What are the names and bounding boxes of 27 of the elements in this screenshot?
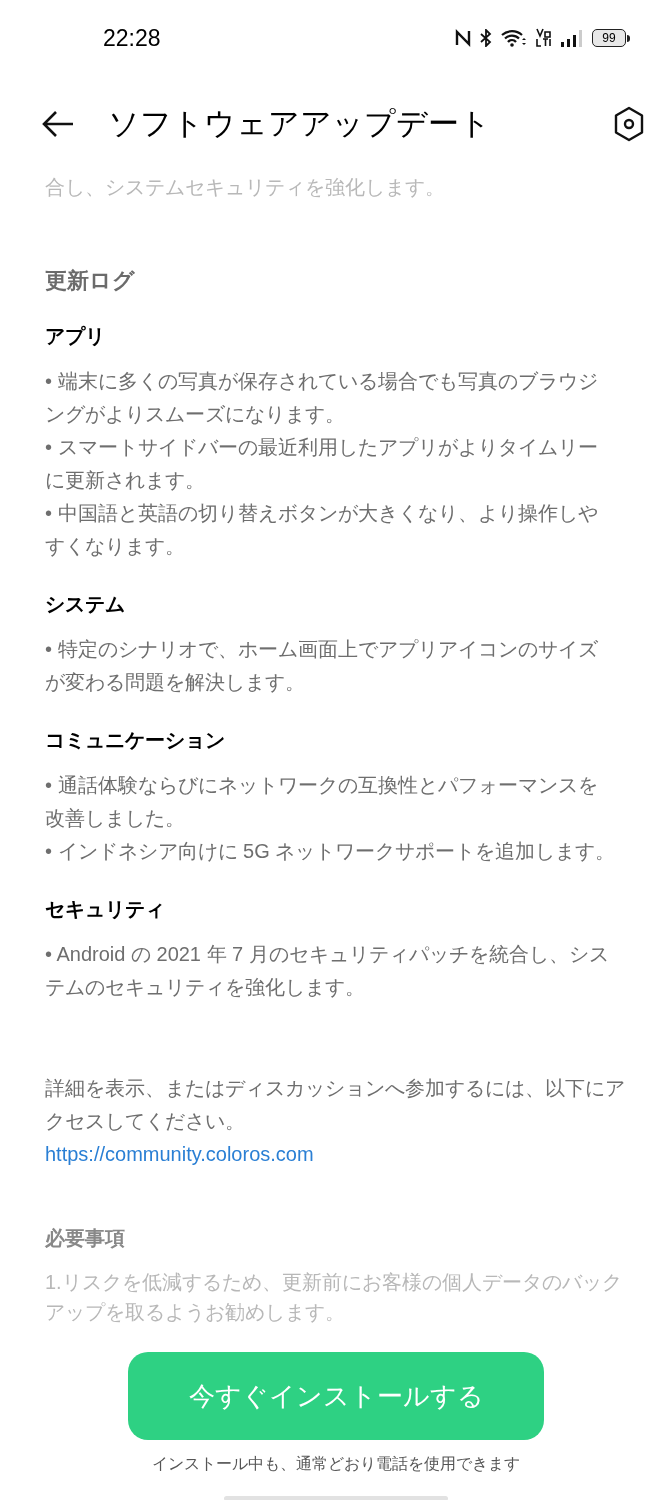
nfc-icon (455, 29, 471, 47)
signal-icon (561, 29, 583, 47)
changelog-item: • インドネシア向けに 5G ネットワークサポートを追加します。 (45, 839, 617, 864)
category-title: システム (45, 592, 126, 617)
changelog-item: • 端末に多くの写真が保存されている場合でも写真のブラウジングがよりスムーズになります。 (45, 369, 599, 427)
faded-text: 合し、システムセキュリティを強化します。 (45, 175, 446, 200)
changelog-item: • Android の 2021 年 7 月のセキュリティパッチを統合し、システムのセキュリティを強化します。 (45, 942, 610, 1000)
changelog-item: • スマートサイドバーの最近利用したアプリがよりタイムリーに更新されます。 (45, 435, 599, 493)
install-note: インストール中も、通常どおり電話を使用できます (152, 1454, 520, 1474)
category-title: コミュニケーション (45, 728, 226, 753)
changelog-item: • 通話体験ならびにネットワークの互換性とパフォーマンスを改善しました。 (45, 773, 599, 831)
category-title: アプリ (45, 324, 106, 349)
category-title: セキュリティ (45, 897, 166, 922)
section-heading: 更新ログ (45, 267, 136, 295)
status-time: 22:28 (103, 23, 161, 53)
settings-button[interactable] (612, 105, 646, 143)
volte-icon (536, 28, 552, 48)
battery-indicator: 99 (592, 29, 626, 47)
changelog-item: • 中国語と英語の切り替えボタンが大きくなり、より操作しやすくなります。 (45, 501, 599, 559)
community-link[interactable]: https://community.coloros.com (45, 1138, 314, 1171)
wifi-icon (501, 29, 527, 47)
faded-text: 1.リスクを低減するため、更新前にお客様の個人データのバックアップを取るようお勧めします。 (45, 1270, 623, 1325)
section-heading: 必要事項 (45, 1226, 126, 1251)
details-text: 詳細を表示、またはディスカッションへ参加するには、以下にアクセスしてください。 (45, 1076, 625, 1134)
changelog-item: • 特定のシナリオで、ホーム画面上でアプリアイコンのサイズが変わる問題を解決します。 (45, 637, 599, 695)
bluetooth-icon (480, 29, 492, 47)
page-title: ソフトウェアアップデート (108, 104, 492, 143)
